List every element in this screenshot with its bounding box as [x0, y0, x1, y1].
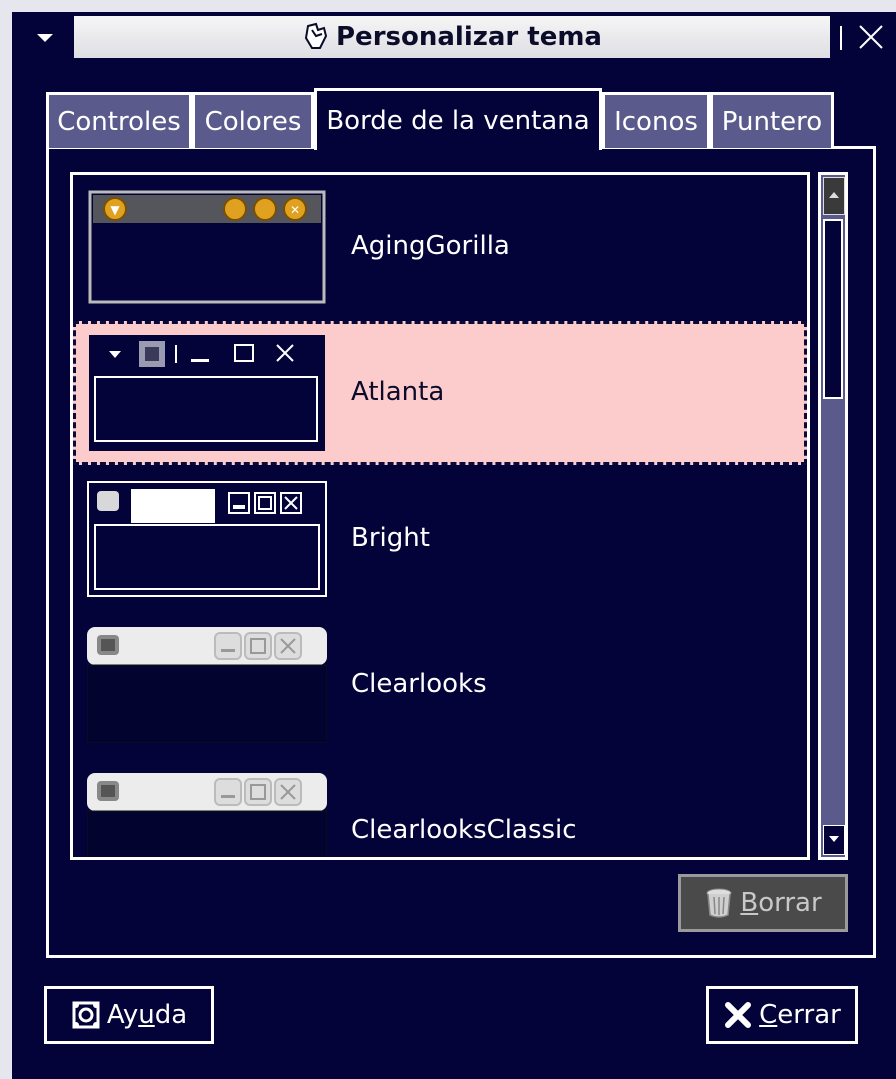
- tab-controles[interactable]: Controles: [46, 92, 192, 148]
- close-window-icon[interactable]: [854, 20, 888, 54]
- title-bar: Personalizar tema: [12, 12, 896, 60]
- scroll-up-button[interactable]: [823, 177, 845, 215]
- theme-name: Bright: [351, 523, 430, 553]
- title-separator: [840, 26, 842, 50]
- theme-name: Clearlooks: [351, 669, 487, 699]
- theme-name: Atlanta: [351, 377, 445, 407]
- atlanta-preview-icon: [89, 335, 325, 451]
- close-icon: [725, 1002, 752, 1028]
- theme-list-scrollbar[interactable]: [818, 172, 848, 860]
- theme-dialog: Personalizar tema Controles Colores Bord…: [12, 12, 896, 1079]
- help-label: Ayuda: [106, 1000, 188, 1030]
- svg-text:✕: ✕: [290, 203, 300, 217]
- close-button[interactable]: Cerrar: [706, 986, 858, 1044]
- aginggorilla-preview-icon: ▼ ✕: [88, 190, 326, 304]
- theme-row-atlanta[interactable]: Atlanta: [73, 321, 807, 465]
- delete-label: Borrar: [740, 888, 822, 918]
- clearlooks-preview-icon: [87, 627, 327, 743]
- help-button[interactable]: Ayuda: [44, 986, 214, 1044]
- scroll-thumb[interactable]: [823, 219, 843, 399]
- theme-hand-icon: [304, 22, 328, 49]
- svg-text:▼: ▼: [110, 203, 120, 217]
- theme-name: ClearlooksClassic: [351, 815, 577, 845]
- clearlooksclassic-preview-icon: [87, 773, 327, 857]
- theme-row-bright[interactable]: Bright: [73, 467, 807, 611]
- tab-puntero[interactable]: Puntero: [710, 92, 834, 148]
- theme-row-clearlooks[interactable]: Clearlooks: [73, 613, 807, 757]
- scroll-down-button[interactable]: [823, 825, 845, 855]
- help-icon: [72, 1001, 100, 1029]
- title-area[interactable]: Personalizar tema: [74, 16, 830, 58]
- tab-borde-de-la-ventana[interactable]: Borde de la ventana: [314, 88, 602, 150]
- tab-iconos[interactable]: Iconos: [602, 92, 710, 148]
- window-menu-button[interactable]: [22, 22, 66, 52]
- delete-button[interactable]: Borrar: [678, 874, 848, 932]
- close-label: Cerrar: [759, 1000, 841, 1030]
- bright-preview-icon: [87, 481, 327, 597]
- trash-icon: [706, 888, 732, 918]
- window-title: Personalizar tema: [336, 22, 602, 52]
- theme-row-clearlooksclassic[interactable]: ClearlooksClassic: [73, 759, 807, 857]
- tab-colores[interactable]: Colores: [192, 92, 314, 148]
- theme-list[interactable]: ▼ ✕ AgingGorilla Atlanta Bright Clearloo…: [70, 172, 810, 860]
- theme-name: AgingGorilla: [351, 231, 510, 261]
- theme-row-aginggorilla[interactable]: ▼ ✕ AgingGorilla: [73, 175, 807, 319]
